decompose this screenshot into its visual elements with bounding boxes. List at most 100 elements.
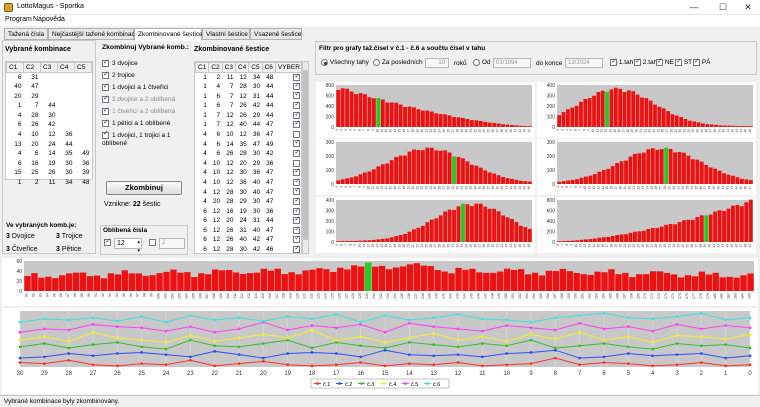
x-tick-label: 9: [570, 244, 574, 246]
table-cell: 1: [203, 92, 207, 100]
table-row[interactable]: 13 20 24 44: [7, 139, 92, 149]
bar: [246, 273, 254, 291]
table-row[interactable]: 6 12 16 19 30 36: [196, 206, 302, 216]
draw-filter-check[interactable]: ST: [675, 57, 692, 66]
table-row[interactable]: 4 6 10 12 36 47: [196, 130, 302, 140]
bar: [646, 229, 651, 242]
table-row[interactable]: 4 10 12 30 36 47: [196, 167, 302, 178]
table-row[interactable]: 4 28 30: [7, 110, 92, 120]
radio-last[interactable]: Za posledních: [373, 59, 423, 66]
bar: [487, 122, 492, 127]
close-button[interactable]: ✕: [738, 1, 758, 13]
table-row[interactable]: 6 12 26 40 42 47: [196, 234, 302, 245]
scrollbar-thumb[interactable]: [303, 70, 308, 240]
table-row[interactable]: 4 12 28 30 40 47: [196, 186, 302, 197]
fav2-checkbox[interactable]: [149, 239, 156, 246]
table-row[interactable]: 15 25 26 30 39: [7, 168, 92, 178]
combine-option[interactable]: 2 trojice: [102, 70, 135, 79]
data-point: [675, 342, 679, 345]
col-header[interactable]: C5: [74, 62, 92, 73]
x-tick-label: 165: [608, 293, 612, 299]
menu-help[interactable]: Nápověda: [33, 16, 65, 23]
fav1-spinner[interactable]: 12 ▴ ▾: [114, 238, 142, 254]
table-row[interactable]: 4 6 14 35 47 49: [196, 138, 302, 149]
data-point: [286, 363, 290, 367]
select-checkbox-icon: [293, 234, 301, 244]
col-header[interactable]: C2: [208, 62, 223, 73]
table-row[interactable]: 4 6 26 28 30 42: [196, 148, 302, 159]
minimize-button[interactable]: —: [684, 1, 704, 13]
table-row[interactable]: 1 2 11 12 34 48: [196, 72, 302, 82]
col-header[interactable]: C3: [221, 62, 236, 73]
tab-bet-sixes[interactable]: Vsazené šestice: [250, 28, 302, 40]
combine-option[interactable]: 1 pětici a 1 oblíbené: [102, 118, 170, 127]
table-cell: [75, 101, 92, 111]
col-header[interactable]: C4: [234, 62, 250, 73]
table-row[interactable]: 4 10 12 36 40 47: [196, 177, 302, 188]
col-header[interactable]: C2: [23, 62, 41, 73]
table-row[interactable]: 4 20 28 29 30 47: [196, 196, 302, 207]
maximize-button[interactable]: ☐: [713, 1, 733, 13]
select-cell[interactable]: [275, 119, 301, 130]
col-header[interactable]: C5: [248, 62, 263, 73]
radio-from[interactable]: Od: [473, 59, 490, 66]
x-tick-label: 183: [734, 293, 738, 299]
table-row[interactable]: 1 2 11 34 48: [7, 178, 92, 188]
tab-own-sixes[interactable]: Vlastní šestice: [202, 28, 250, 40]
draw-filter-check[interactable]: 1.tah: [610, 57, 633, 66]
combined-scrollbar[interactable]: [302, 61, 309, 254]
radio-all[interactable]: Všechny tahy: [321, 59, 369, 66]
tab-drawn-numbers[interactable]: Tažená čísla: [4, 28, 48, 40]
combine-option[interactable]: 2 dvojice a 2 oblíbená: [102, 94, 175, 103]
bar: [392, 267, 400, 291]
summary-count: 3: [56, 233, 60, 240]
draw-filter-check[interactable]: PÁ: [693, 57, 710, 66]
col-header[interactable]: C4: [57, 62, 75, 73]
x-tick-label: 127: [344, 293, 348, 299]
col-header[interactable]: C1: [195, 62, 210, 73]
table-row[interactable]: 4 6 14 35 49: [7, 149, 92, 159]
table-row[interactable]: 20 29: [7, 91, 92, 101]
col-header[interactable]: C6: [261, 62, 276, 73]
combine-option[interactable]: 1 dvojici, 1 trojici a 1 oblíbené: [102, 130, 186, 148]
table-row[interactable]: 6 12 20 24 31 44: [196, 215, 302, 226]
table-row[interactable]: 4 10 12 20 29 36: [196, 158, 302, 168]
table-row[interactable]: 1 7 12 26 29 44: [196, 110, 302, 120]
bar: [135, 273, 142, 291]
fav2-check-icon: [149, 239, 156, 246]
table-row[interactable]: 1 6 7 26 42 44: [196, 100, 302, 111]
table-row[interactable]: 1 4 7 28 30 44: [196, 81, 302, 92]
col-header[interactable]: C3: [40, 62, 58, 73]
table-row[interactable]: 6 16 19 30 36: [7, 158, 92, 168]
select-cell[interactable]: [275, 148, 301, 159]
col-header[interactable]: C1: [6, 62, 24, 73]
bar: [606, 168, 611, 184]
table-cell: 4: [17, 130, 22, 138]
draw-filter-check[interactable]: NE: [656, 57, 674, 66]
table-row[interactable]: 6 12 28 30 42 46: [196, 244, 302, 253]
from-date[interactable]: 01/1994: [493, 58, 531, 68]
fav1-checkbox[interactable]: [104, 237, 111, 246]
table-row[interactable]: 4 10 12 36: [7, 130, 92, 140]
checkbox-icon: [102, 82, 109, 91]
years-spinner[interactable]: 10: [425, 58, 449, 68]
table-row[interactable]: 6 26 42: [7, 120, 92, 130]
table-row[interactable]: 40 47: [7, 82, 92, 92]
tab-frequent-combinations[interactable]: Nejčastější tažené kombinace: [48, 28, 138, 40]
table-row[interactable]: 1 7 44: [7, 101, 92, 111]
combine-option[interactable]: 1 dvojici a 1 čtveřici: [102, 82, 168, 91]
table-row[interactable]: 1 6 7 12 31 44: [196, 90, 302, 101]
x-tick-label: 42: [518, 129, 522, 133]
tab-combined-sixes[interactable]: Zkombinované šestice: [134, 28, 203, 41]
table-row[interactable]: 6 31: [7, 72, 92, 82]
draw-filter-check[interactable]: 2.tah: [634, 57, 657, 66]
fav1-check-icon: [104, 237, 111, 246]
fav2-spinner[interactable]: 2: [159, 238, 185, 249]
table-row[interactable]: 1 7 12 40 44 47: [196, 119, 302, 130]
menu-program[interactable]: Program: [5, 16, 32, 23]
combine-option[interactable]: 3 dvojice: [102, 58, 138, 67]
to-date[interactable]: 12/2024: [565, 58, 603, 68]
combine-button[interactable]: Zkombinuj: [106, 181, 182, 195]
combine-option[interactable]: 1 čtveřici a 2 oblíbená: [102, 106, 175, 115]
table-row[interactable]: 6 12 26 31 40 47: [196, 225, 302, 236]
